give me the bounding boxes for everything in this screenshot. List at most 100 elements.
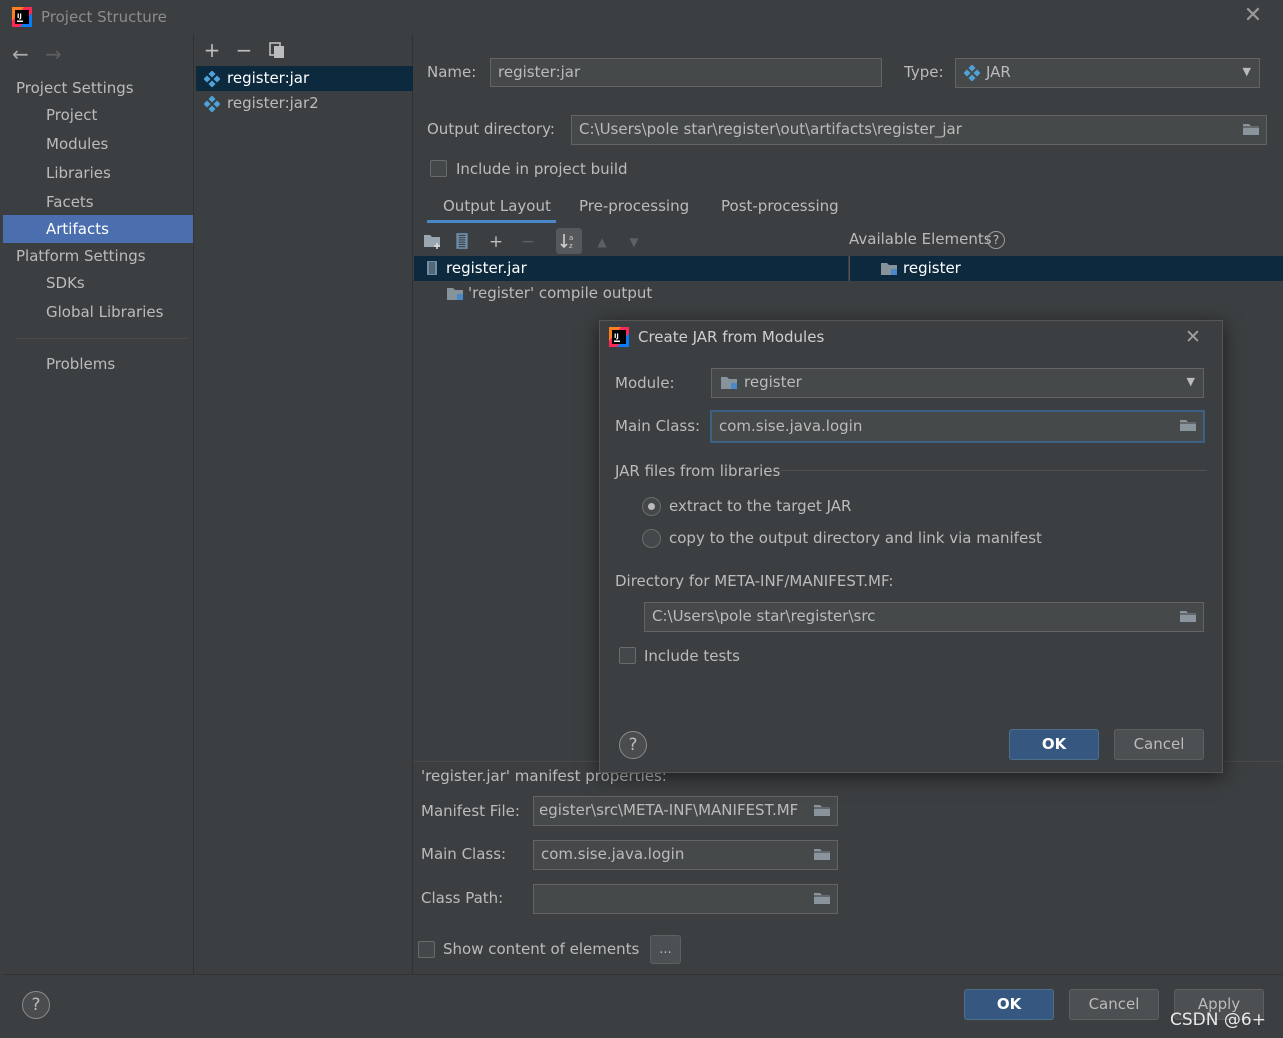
sort-elements-button[interactable]: a z bbox=[556, 228, 582, 254]
sidebar-item-problems[interactable]: Problems bbox=[3, 350, 193, 378]
type-value: JAR bbox=[986, 63, 1011, 81]
platform-settings-header: Platform Settings bbox=[16, 247, 146, 265]
type-select[interactable]: JAR ▼ bbox=[955, 58, 1260, 88]
dialog-help-button[interactable]: ? bbox=[619, 731, 647, 759]
browse-folder-icon[interactable] bbox=[1179, 609, 1197, 623]
browse-folder-icon[interactable] bbox=[1242, 122, 1260, 136]
show-content-checkbox[interactable] bbox=[418, 941, 435, 958]
cancel-button[interactable]: Cancel bbox=[1069, 989, 1159, 1020]
sidebar-item-global-libraries[interactable]: Global Libraries bbox=[3, 298, 193, 326]
copy-radio-label: copy to the output directory and link vi… bbox=[669, 529, 1042, 547]
pane-divider bbox=[849, 256, 850, 281]
show-content-label: Show content of elements bbox=[443, 940, 640, 958]
manifest-file-field[interactable]: egister\src\META-INF\MANIFEST.MF bbox=[533, 796, 838, 826]
tree-root-label[interactable]: register.jar bbox=[446, 259, 527, 277]
jar-artifact-icon bbox=[204, 71, 220, 87]
jar-file-icon bbox=[426, 260, 438, 276]
name-field[interactable]: register:jar bbox=[490, 58, 882, 87]
browse-folder-icon[interactable] bbox=[813, 803, 831, 817]
remove-artifact-icon[interactable]: − bbox=[234, 40, 254, 60]
dialog-close-icon[interactable]: ✕ bbox=[1182, 326, 1204, 348]
copy-radio[interactable] bbox=[642, 529, 661, 548]
jar-type-icon bbox=[964, 65, 980, 81]
artifacts-panel bbox=[195, 34, 413, 974]
new-directory-icon[interactable] bbox=[423, 233, 443, 250]
extract-radio[interactable] bbox=[642, 497, 661, 516]
archive-icon[interactable] bbox=[455, 232, 469, 250]
move-down-icon[interactable]: ▼ bbox=[622, 230, 646, 254]
tab-pre-processing[interactable]: Pre-processing bbox=[579, 197, 689, 215]
type-label: Type: bbox=[904, 63, 944, 81]
close-window-icon[interactable]: ✕ bbox=[1242, 5, 1264, 28]
module-select[interactable]: register ▼ bbox=[711, 368, 1204, 398]
add-artifact-icon[interactable]: + bbox=[202, 40, 222, 60]
browse-folder-icon[interactable] bbox=[813, 847, 831, 861]
main-class-value: com.sise.java.login bbox=[541, 845, 685, 863]
watermark-text: CSDN @6+ bbox=[1170, 1010, 1266, 1030]
artifact-label: register:jar bbox=[227, 69, 310, 87]
browse-folder-icon[interactable] bbox=[1179, 418, 1197, 432]
class-path-field[interactable] bbox=[533, 884, 838, 914]
help-button[interactable]: ? bbox=[22, 991, 50, 1019]
svg-text:z: z bbox=[569, 242, 573, 250]
artifact-label: register:jar2 bbox=[227, 94, 319, 112]
manifest-file-label: Manifest File: bbox=[421, 802, 520, 820]
tab-output-layout[interactable]: Output Layout bbox=[443, 197, 551, 215]
extract-radio-label: extract to the target JAR bbox=[669, 497, 852, 515]
forward-arrow-icon[interactable]: → bbox=[45, 42, 62, 66]
sidebar-item-modules[interactable]: Modules bbox=[3, 130, 193, 158]
available-item-label[interactable]: register bbox=[903, 259, 961, 277]
manifest-dir-field[interactable]: C:\Users\pole star\register\src bbox=[644, 602, 1204, 632]
include-in-build-checkbox[interactable] bbox=[430, 160, 447, 177]
module-folder-icon bbox=[880, 262, 898, 276]
tab-post-processing[interactable]: Post-processing bbox=[721, 197, 839, 215]
main-class-field[interactable]: com.sise.java.login bbox=[533, 840, 838, 870]
browse-folder-icon[interactable] bbox=[813, 891, 831, 905]
ok-button[interactable]: OK bbox=[964, 989, 1054, 1020]
output-directory-field[interactable]: C:\Users\pole star\register\out\artifact… bbox=[571, 115, 1267, 145]
active-tab-indicator bbox=[427, 220, 556, 223]
dialog-main-class-field[interactable]: com.sise.java.login bbox=[710, 410, 1205, 443]
dialog-ok-button[interactable]: OK bbox=[1009, 729, 1099, 760]
remove-element-icon[interactable]: − bbox=[516, 230, 540, 254]
sidebar-item-libraries[interactable]: Libraries bbox=[3, 159, 193, 187]
title-bar bbox=[0, 0, 1283, 34]
intellij-logo-icon bbox=[12, 7, 32, 27]
sidebar-divider bbox=[16, 338, 188, 339]
jar-files-header: JAR files from libraries bbox=[615, 462, 781, 480]
manifest-file-value: egister\src\META-INF\MANIFEST.MF bbox=[539, 801, 799, 819]
svg-text:a: a bbox=[569, 234, 573, 242]
project-settings-header: Project Settings bbox=[16, 79, 134, 97]
sidebar-item-sdks[interactable]: SDKs bbox=[3, 269, 193, 297]
output-directory-value: C:\Users\pole star\register\out\artifact… bbox=[579, 120, 962, 138]
window-title: Project Structure bbox=[41, 8, 167, 26]
dialog-title: Create JAR from Modules bbox=[638, 328, 825, 346]
show-content-options-button[interactable]: ... bbox=[650, 935, 681, 964]
artifact-item[interactable]: register:jar2 bbox=[196, 91, 413, 116]
sidebar-item-project[interactable]: Project bbox=[3, 101, 193, 129]
dialog-cancel-button[interactable]: Cancel bbox=[1114, 729, 1204, 760]
module-value: register bbox=[744, 373, 802, 391]
manifest-dir-value: C:\Users\pole star\register\src bbox=[652, 607, 876, 625]
chevron-down-icon: ▼ bbox=[1242, 65, 1251, 78]
copy-artifact-icon[interactable] bbox=[268, 41, 286, 59]
main-class-label: Main Class: bbox=[421, 845, 507, 863]
group-divider bbox=[780, 470, 1207, 471]
include-tests-checkbox[interactable] bbox=[619, 647, 636, 664]
move-up-icon[interactable]: ▲ bbox=[590, 230, 614, 254]
intellij-logo-icon bbox=[609, 327, 629, 347]
tree-child-label[interactable]: 'register' compile output bbox=[468, 284, 652, 302]
include-in-build-label: Include in project build bbox=[456, 160, 628, 178]
name-label: Name: bbox=[427, 63, 477, 81]
chevron-down-icon: ▼ bbox=[1186, 375, 1195, 388]
sidebar-item-artifacts[interactable]: Artifacts bbox=[3, 215, 193, 243]
help-circle-icon[interactable]: ? bbox=[987, 231, 1005, 249]
jar-artifact-icon bbox=[204, 96, 220, 112]
add-element-icon[interactable]: + bbox=[484, 230, 508, 254]
back-arrow-icon[interactable]: ← bbox=[12, 42, 29, 66]
sidebar-item-facets[interactable]: Facets bbox=[3, 188, 193, 216]
artifact-item[interactable]: register:jar bbox=[196, 66, 413, 91]
available-elements-label: Available Elements bbox=[849, 230, 992, 248]
output-directory-label: Output directory: bbox=[427, 120, 555, 138]
dialog-main-class-value: com.sise.java.login bbox=[719, 417, 863, 435]
